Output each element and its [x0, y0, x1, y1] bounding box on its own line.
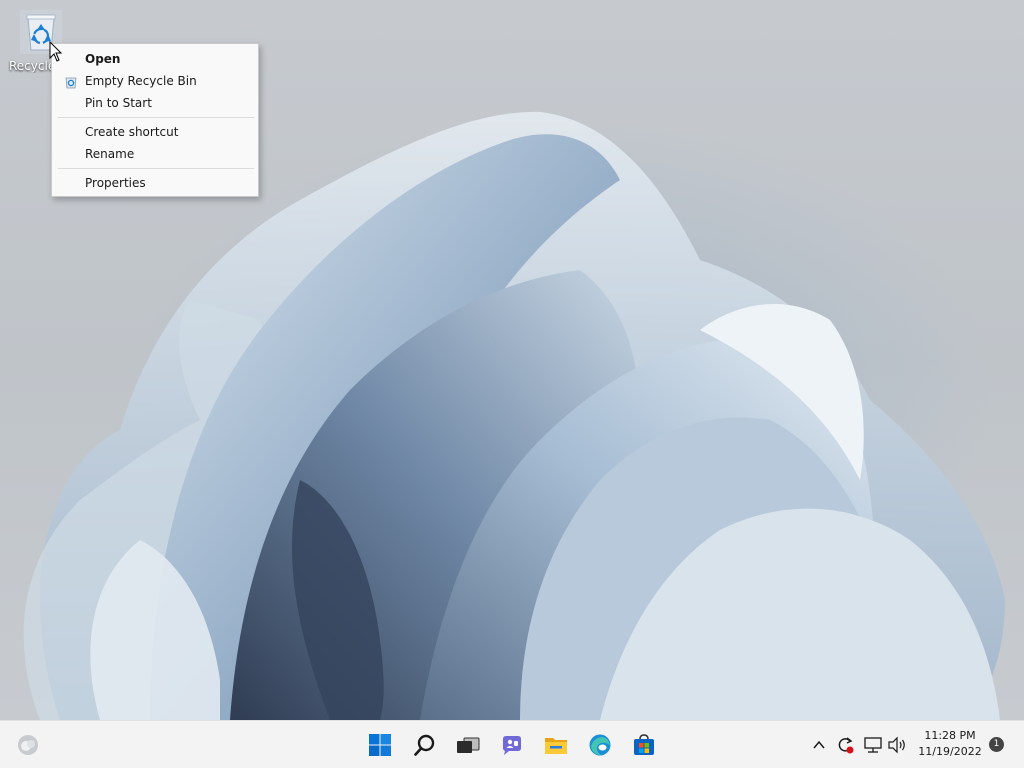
start-icon — [369, 734, 391, 756]
menu-item-label: Pin to Start — [85, 96, 152, 110]
store-button[interactable] — [628, 729, 660, 761]
weather-icon — [18, 735, 38, 755]
mouse-cursor-icon — [49, 41, 63, 62]
update-icon — [838, 737, 854, 754]
menu-separator — [58, 168, 254, 169]
network-icon — [864, 737, 882, 753]
desktop[interactable]: Recycle Open Empty Recycle Bin Pin to St… — [0, 0, 1024, 720]
menu-item-label: Open — [85, 52, 121, 66]
show-hidden-icons-button[interactable] — [808, 729, 830, 761]
menu-item-create-shortcut[interactable]: Create shortcut — [52, 121, 258, 143]
task-view-icon — [457, 737, 480, 753]
menu-separator — [58, 117, 254, 118]
context-menu: Open Empty Recycle Bin Pin to Start Crea… — [51, 43, 259, 197]
weather-button[interactable] — [12, 729, 44, 761]
start-button[interactable] — [364, 729, 396, 761]
file-explorer-button[interactable] — [540, 729, 572, 761]
taskbar: 11:28 PM 11/19/2022 1 — [0, 720, 1024, 768]
edge-icon — [589, 734, 611, 756]
recycle-bin-icon — [64, 74, 78, 89]
search-button[interactable] — [409, 729, 441, 761]
menu-item-properties[interactable]: Properties — [52, 172, 258, 194]
chevron-up-icon — [813, 740, 825, 749]
clock-date: 11/19/2022 — [918, 745, 982, 758]
menu-item-label: Empty Recycle Bin — [85, 74, 197, 88]
notification-badge[interactable]: 1 — [989, 737, 1004, 752]
update-status-button[interactable] — [832, 729, 858, 761]
clock[interactable]: 11:28 PM 11/19/2022 — [912, 728, 988, 760]
task-view-button[interactable] — [452, 729, 484, 761]
network-button[interactable] — [860, 729, 886, 761]
menu-item-rename[interactable]: Rename — [52, 143, 258, 165]
menu-item-empty-recycle-bin[interactable]: Empty Recycle Bin — [52, 70, 258, 92]
menu-item-label: Properties — [85, 176, 146, 190]
store-icon — [634, 734, 654, 755]
search-icon — [414, 734, 435, 756]
chat-button[interactable] — [496, 729, 528, 761]
menu-item-label: Rename — [85, 147, 135, 161]
chat-icon — [503, 736, 521, 755]
edge-button[interactable] — [584, 729, 616, 761]
volume-button[interactable] — [884, 729, 910, 761]
menu-item-pin-to-start[interactable]: Pin to Start — [52, 92, 258, 114]
file-explorer-icon — [545, 738, 567, 754]
clock-time: 11:28 PM — [924, 729, 976, 742]
menu-item-label: Create shortcut — [85, 125, 179, 139]
menu-item-open[interactable]: Open — [52, 48, 258, 70]
volume-icon — [888, 736, 905, 754]
